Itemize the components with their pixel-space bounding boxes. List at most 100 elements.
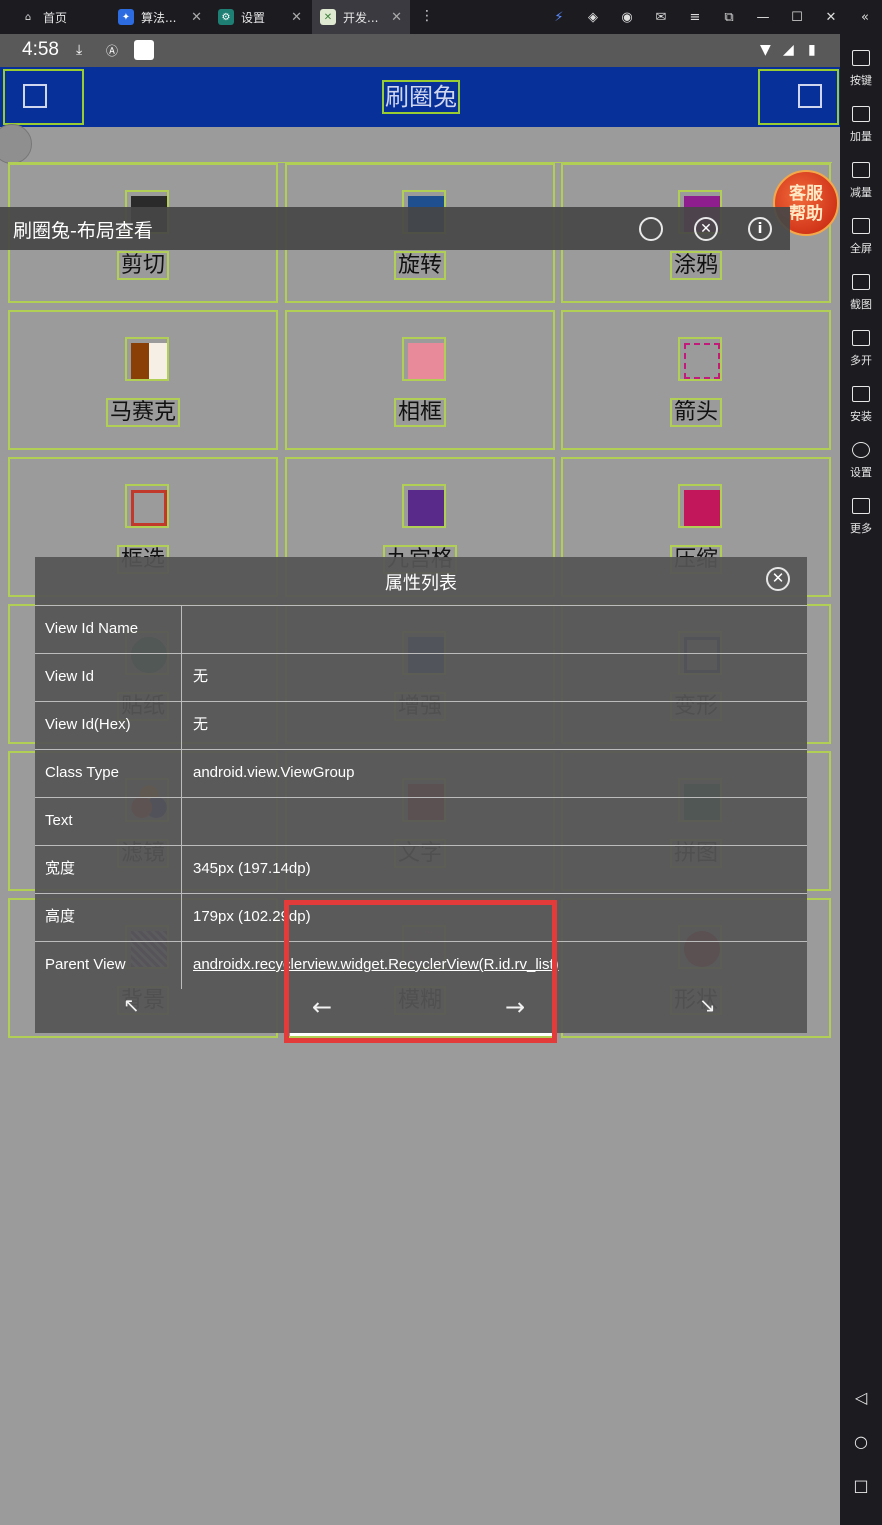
status-bar: 4:58 ⤓ Ⓐ ▼ ◢ ▮ xyxy=(0,34,840,67)
property-row: Text xyxy=(35,797,807,845)
compress-icon xyxy=(678,484,722,528)
search-icon[interactable] xyxy=(639,217,663,241)
move-bottom-right-button[interactable]: ↘ xyxy=(699,993,716,1017)
layout-viewer-title: 刷圈兔-布局查看 xyxy=(13,220,153,242)
sidebar-item-label: 减量 xyxy=(850,186,872,199)
property-panel-title: 属性列表 xyxy=(385,573,457,594)
apk-install-icon xyxy=(852,386,870,402)
close-window-icon[interactable]: ✕ xyxy=(814,10,848,25)
property-value: android.view.ViewGroup xyxy=(193,764,355,781)
account-icon[interactable]: ◉ xyxy=(610,10,644,25)
scissors-icon xyxy=(852,274,870,290)
grid-item-label: 旋转 xyxy=(287,247,553,280)
settings-button[interactable] xyxy=(758,69,839,125)
back-icon[interactable]: ◁ xyxy=(840,1388,882,1407)
property-value: 无 xyxy=(193,668,209,685)
sidebar-item-more[interactable]: 更多 xyxy=(840,498,882,536)
sidebar-item-keys[interactable]: 按键 xyxy=(840,50,882,88)
tab-label: 设置 xyxy=(241,10,266,25)
fullscreen-icon xyxy=(852,218,870,234)
minimize-icon[interactable]: — xyxy=(746,10,780,25)
property-key: View Id xyxy=(35,654,182,701)
property-key: 宽度 xyxy=(35,846,182,893)
keyboard-icon xyxy=(852,50,870,66)
close-icon[interactable]: ✕ xyxy=(391,10,402,25)
sidebar-item-screenshot[interactable]: 截图 xyxy=(840,274,882,312)
battery-icon: ▮ xyxy=(808,42,816,58)
tab-label: 首页 xyxy=(43,10,68,25)
sidebar-item-settings[interactable]: 设置 xyxy=(840,442,882,480)
app-icon: ✦ xyxy=(118,9,134,25)
more-icon xyxy=(852,498,870,514)
sidebar-item-label: 设置 xyxy=(850,466,872,479)
tab-algorithm[interactable]: ✦ 算法... ✕ xyxy=(118,0,210,34)
mosaic-icon xyxy=(125,337,169,381)
grid-item-mosaic[interactable]: 马赛克 xyxy=(8,310,278,450)
close-icon[interactable]: ✕ xyxy=(291,10,302,25)
menu-icon[interactable]: ≡ xyxy=(678,10,712,25)
property-row: View Id 无 xyxy=(35,653,807,701)
tab-label: 算法... xyxy=(141,10,177,25)
camera-icon xyxy=(798,84,822,108)
home-icon: ⌂ xyxy=(24,11,32,23)
wifi-icon: ▼ xyxy=(760,42,771,58)
grid-item-frame[interactable]: 相框 xyxy=(285,310,555,450)
layout-viewer-bar: 刷圈兔-布局查看 ✕ i xyxy=(0,207,790,250)
phone-screen: 4:58 ⤓ Ⓐ ▼ ◢ ▮ 刷圈兔 剪切 旋转 涂鸦 马赛克 相框 箭头 框选… xyxy=(0,34,840,1525)
sidebar-item-label: 加量 xyxy=(850,130,872,143)
sidebar-item-multi[interactable]: 多开 xyxy=(840,330,882,368)
sidebar-item-volume-up[interactable]: 加量 xyxy=(840,106,882,144)
gamepad-icon[interactable]: ◈ xyxy=(576,10,610,25)
emulator-sidebar: 按键 加量 减量 全屏 截图 多开 安装 设置 更多 ◁ ○ □ xyxy=(840,34,882,1525)
profile-button[interactable] xyxy=(3,69,84,125)
recents-icon[interactable]: □ xyxy=(840,1476,882,1495)
tool-grid: 剪切 旋转 涂鸦 马赛克 相框 箭头 框选 九宫格 压缩 贴纸 增强 变形 滤镜… xyxy=(8,162,832,1038)
gear-icon xyxy=(852,442,870,458)
grid-item-arrow[interactable]: 箭头 xyxy=(561,310,831,450)
dev-app-icon: ✕ xyxy=(320,9,336,25)
selected-view-highlight xyxy=(284,900,557,1043)
tab-label: 开发... xyxy=(343,10,379,25)
home-nav-icon[interactable]: ○ xyxy=(840,1432,882,1451)
property-key: Class Type xyxy=(35,750,182,797)
bolt-icon[interactable]: ⚡ xyxy=(542,10,576,25)
multi-instance-icon xyxy=(852,330,870,346)
tab-settings[interactable]: ⚙ 设置 ✕ xyxy=(218,0,310,34)
property-key: Parent View xyxy=(35,942,182,989)
collapse-sidebar-icon[interactable]: « xyxy=(848,10,882,25)
move-top-left-button[interactable]: ↖ xyxy=(123,993,140,1017)
mail-icon[interactable]: ✉ xyxy=(644,10,678,25)
close-icon[interactable]: ✕ xyxy=(191,10,202,25)
selection-icon xyxy=(125,484,169,528)
status-time: 4:58 xyxy=(22,39,59,60)
app-bar: 刷圈兔 xyxy=(0,67,840,127)
sidebar-item-label: 多开 xyxy=(850,354,872,367)
sidebar-item-label: 更多 xyxy=(850,522,872,535)
volume-up-icon xyxy=(852,106,870,122)
grid-item-label: 涂鸦 xyxy=(563,247,829,280)
close-icon[interactable]: ✕ xyxy=(694,217,718,241)
info-icon[interactable]: i xyxy=(748,217,772,241)
tab-menu-icon[interactable]: ⋮ xyxy=(420,8,434,24)
tab-developer[interactable]: ✕ 开发... ✕ xyxy=(312,0,410,34)
maximize-icon[interactable]: ☐ xyxy=(780,10,814,25)
sidebar-item-install[interactable]: 安装 xyxy=(840,386,882,424)
download-icon: ⤓ xyxy=(76,42,83,58)
sidebar-item-volume-down[interactable]: 减量 xyxy=(840,162,882,200)
a-icon: Ⓐ xyxy=(106,44,119,58)
sidebar-item-label: 全屏 xyxy=(850,242,872,255)
sidebar-item-fullscreen[interactable]: 全屏 xyxy=(840,218,882,256)
property-value: 无 xyxy=(193,716,209,733)
signal-icon: ◢ xyxy=(783,42,794,58)
profile-icon xyxy=(23,84,47,108)
property-row: View Id Name xyxy=(35,605,807,653)
property-row: Class Type android.view.ViewGroup xyxy=(35,749,807,797)
property-key: View Id(Hex) xyxy=(35,702,182,749)
close-icon[interactable]: ✕ xyxy=(766,567,790,591)
sidebar-item-label: 截图 xyxy=(850,298,872,311)
property-key: Text xyxy=(35,798,182,845)
restore-icon[interactable]: ⧉ xyxy=(712,10,746,25)
image-frame-icon xyxy=(402,337,446,381)
tab-home[interactable]: ⌂ 首页 xyxy=(20,0,115,34)
floating-tool-button[interactable] xyxy=(0,124,32,164)
